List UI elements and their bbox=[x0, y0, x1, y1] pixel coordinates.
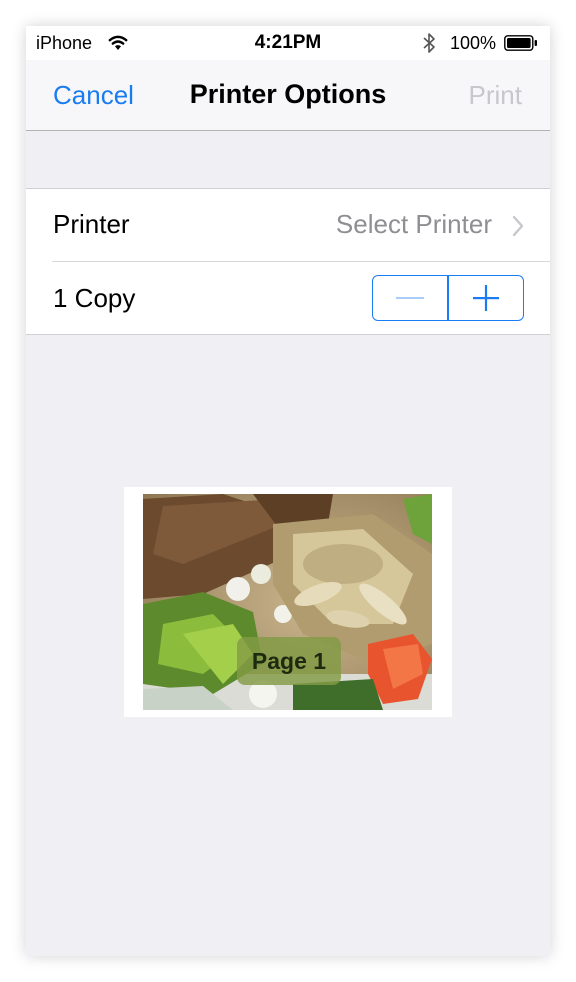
decrement-button[interactable] bbox=[373, 276, 447, 320]
printer-options-table: Printer Select Printer 1 Copy bbox=[26, 188, 550, 335]
battery-percent: 100% bbox=[450, 33, 497, 53]
copies-stepper[interactable] bbox=[372, 275, 524, 321]
plus-icon bbox=[472, 285, 499, 311]
printer-row[interactable]: Printer Select Printer bbox=[26, 189, 550, 261]
phone-screen: iPhone 4:21PM 100% Cancel Printer Option… bbox=[26, 26, 550, 956]
print-button[interactable]: Print bbox=[469, 80, 522, 111]
select-printer-value: Select Printer bbox=[335, 209, 492, 239]
increment-button[interactable] bbox=[449, 276, 523, 320]
bluetooth-icon bbox=[422, 31, 436, 55]
copies-row: 1 Copy bbox=[52, 261, 550, 334]
battery-icon bbox=[504, 35, 538, 51]
status-bar: iPhone 4:21PM 100% bbox=[26, 26, 550, 60]
navigation-bar: Cancel Printer Options Print bbox=[26, 60, 550, 131]
copies-label: 1 Copy bbox=[53, 283, 136, 313]
printer-label: Printer bbox=[53, 209, 130, 239]
minus-icon bbox=[396, 297, 425, 299]
chevron-right-icon bbox=[512, 215, 524, 237]
page-label-badge: Page 1 bbox=[237, 637, 341, 685]
print-preview-page[interactable]: Page 1 bbox=[124, 487, 452, 717]
